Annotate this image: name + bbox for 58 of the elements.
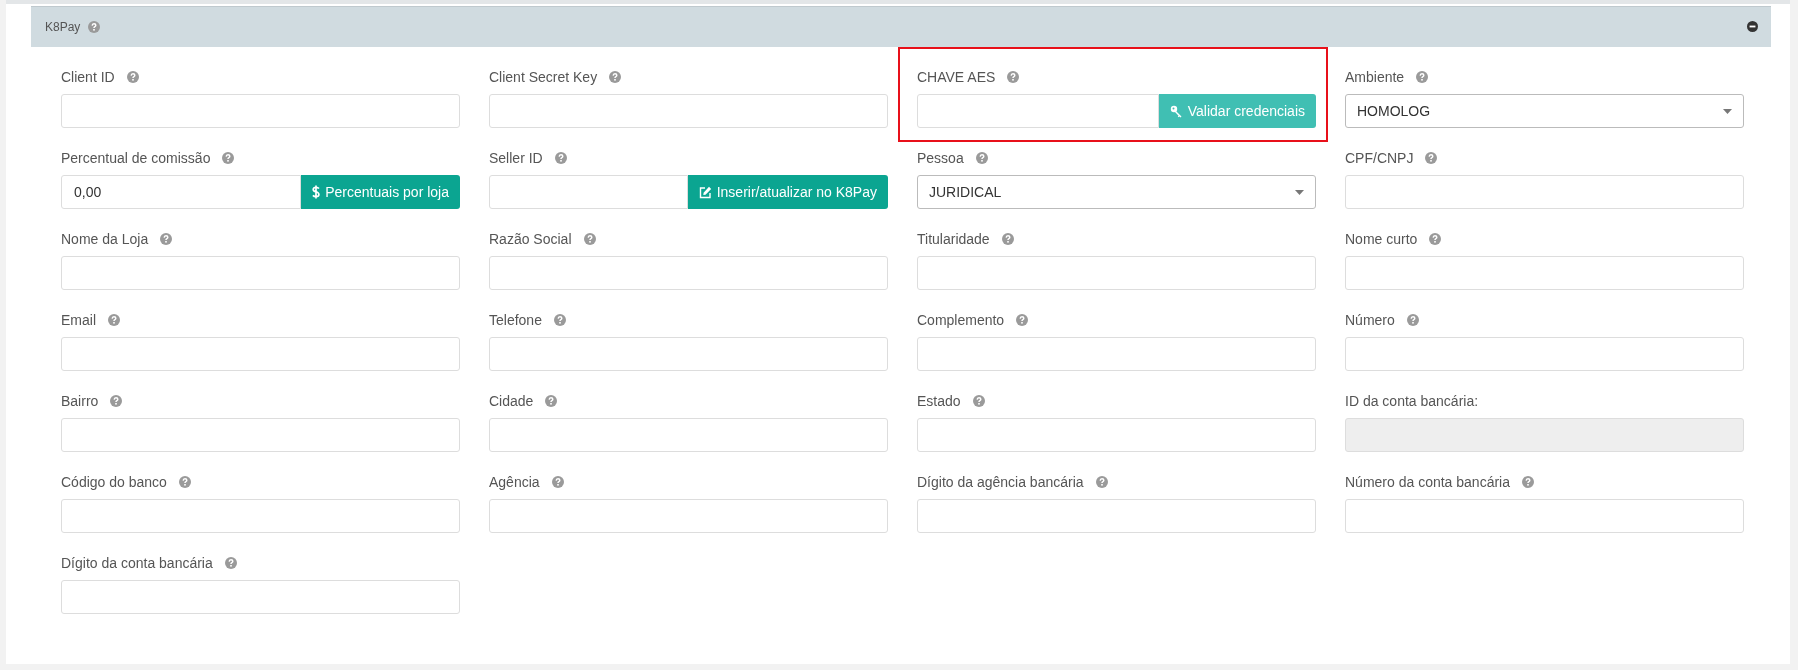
input-field[interactable] (61, 337, 460, 371)
caret-icon (1723, 108, 1732, 114)
input-field[interactable] (61, 94, 460, 128)
input-field[interactable]: 0,00 (61, 175, 302, 209)
field-label: Código do banco (61, 474, 167, 490)
field-label: Complemento (917, 312, 1005, 328)
edit-icon (698, 185, 712, 199)
collapse-icon[interactable] (1747, 21, 1758, 32)
field-label: CPF/CNPJ (1345, 150, 1414, 166)
input-field[interactable] (61, 256, 460, 290)
input-field[interactable] (1345, 256, 1744, 290)
field-label: Razão Social (489, 231, 572, 247)
field-label: Dígito da conta bancária (61, 555, 213, 571)
field-label: ID da conta bancária: (1345, 393, 1479, 409)
input-field[interactable] (917, 418, 1316, 452)
field-label: Agência (489, 474, 540, 490)
input-field[interactable] (61, 418, 460, 452)
field-label: Seller ID (489, 150, 543, 166)
caret-icon (1295, 189, 1304, 195)
input-field[interactable] (489, 256, 888, 290)
field-label: Client Secret Key (489, 69, 598, 85)
field-label: Nome da Loja (61, 231, 149, 247)
field-label: Bairro (61, 393, 99, 409)
field-label: Titularidade (917, 231, 990, 247)
input-field[interactable] (1345, 337, 1744, 371)
input-field[interactable] (917, 256, 1316, 290)
select-value: JURIDICAL (929, 184, 1002, 200)
input-field[interactable] (489, 499, 888, 533)
input-field[interactable] (489, 175, 688, 209)
input-field[interactable] (489, 337, 888, 371)
input-field[interactable] (917, 94, 1159, 128)
field-label: CHAVE AES (917, 69, 996, 85)
key-icon (1169, 104, 1183, 118)
input-field[interactable] (489, 418, 888, 452)
dollar-icon (312, 185, 321, 199)
input-field[interactable] (489, 94, 888, 128)
field-label: Cidade (489, 393, 534, 409)
input-field[interactable] (917, 337, 1316, 371)
field-label: Estado (917, 393, 961, 409)
field-label: Dígito da agência bancária (917, 474, 1084, 490)
input-field[interactable] (61, 580, 460, 614)
input-field[interactable] (61, 499, 460, 533)
field-label: Ambiente (1345, 69, 1405, 85)
panel-title: K8Pay (45, 20, 81, 34)
field-label: Número (1345, 312, 1395, 328)
field-label: Percentual de comissão (61, 150, 211, 166)
field-label: Número da conta bancária (1345, 474, 1510, 490)
field-label: Email (61, 312, 96, 328)
field-label: Telefone (489, 312, 542, 328)
select-value: HOMOLOG (1357, 103, 1431, 119)
input-field[interactable] (917, 499, 1316, 533)
field-label: Pessoa (917, 150, 964, 166)
input-field[interactable] (1345, 175, 1744, 209)
select-field[interactable]: HOMOLOG (1345, 94, 1744, 128)
field-label: Client ID (61, 69, 115, 85)
select-field[interactable]: JURIDICAL (917, 175, 1316, 209)
input-field[interactable] (1345, 499, 1744, 533)
field-label: Nome curto (1345, 231, 1418, 247)
